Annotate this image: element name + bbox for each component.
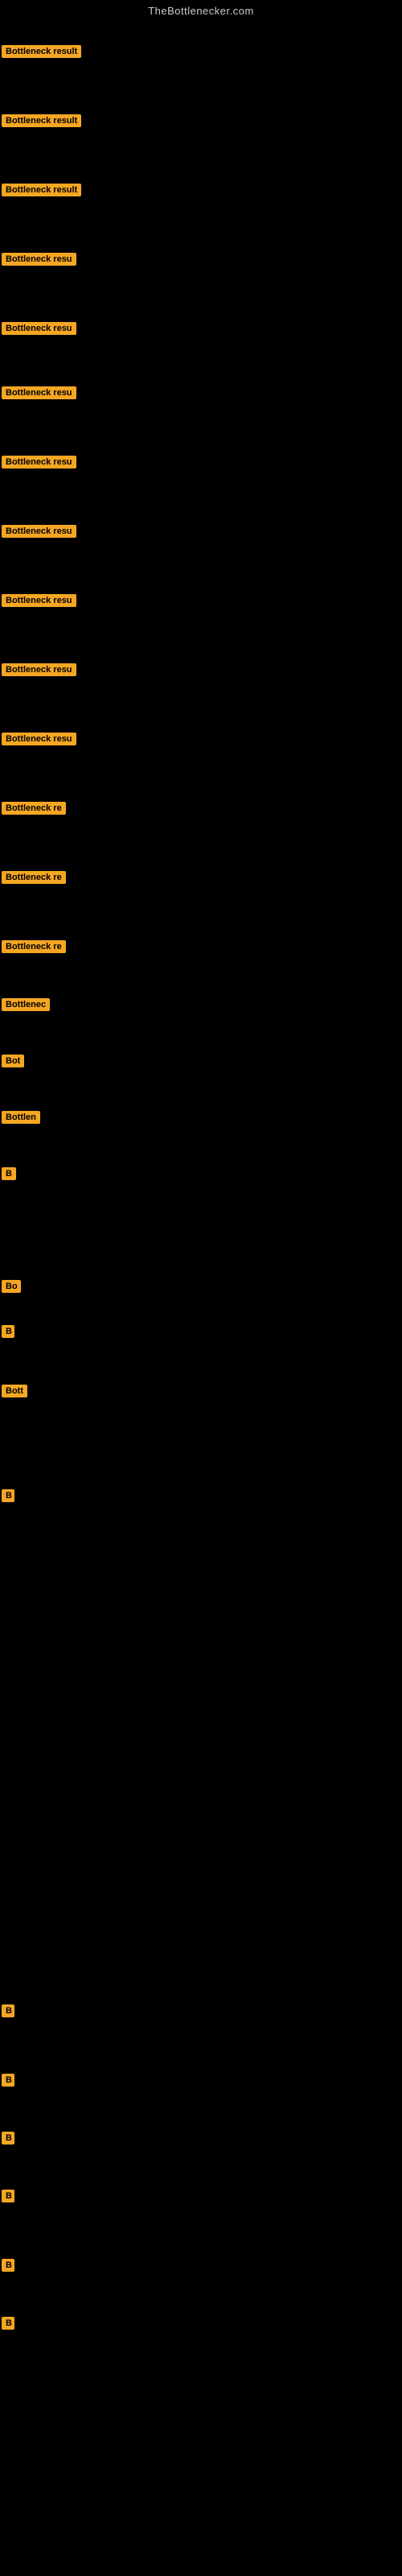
bottleneck-badge-b13: Bottleneck re (2, 871, 66, 888)
bottleneck-badge-b18: B (2, 1167, 16, 1184)
bottleneck-badge-b21: Bott (2, 1385, 27, 1402)
bottleneck-badge-b24: B (2, 2074, 14, 2091)
bottleneck-badge-b16: Bot (2, 1055, 24, 1071)
bottleneck-badge-b1: Bottleneck result (2, 45, 81, 62)
bottleneck-badge-b14: Bottleneck re (2, 940, 66, 957)
bottleneck-badge-b15: Bottlenec (2, 998, 50, 1015)
bottleneck-badge-b27: B (2, 2259, 14, 2276)
bottleneck-badge-b6: Bottleneck resu (2, 386, 76, 403)
site-title: TheBottlenecker.com (0, 0, 402, 20)
bottleneck-badge-b17: Bottlen (2, 1111, 40, 1128)
bottleneck-badge-b12: Bottleneck re (2, 802, 66, 819)
bottleneck-badge-b25: B (2, 2132, 14, 2149)
bottleneck-badge-b23: B (2, 2004, 14, 2021)
bottleneck-badge-b11: Bottleneck resu (2, 733, 76, 749)
bottleneck-badge-b19: Bo (2, 1280, 21, 1297)
bottleneck-badge-b20: B (2, 1325, 14, 1342)
bottleneck-badge-b3: Bottleneck result (2, 184, 81, 200)
bottleneck-badge-b9: Bottleneck resu (2, 594, 76, 611)
bottleneck-badge-b10: Bottleneck resu (2, 663, 76, 680)
bottleneck-badge-b22: B (2, 1489, 14, 1506)
bottleneck-badge-b4: Bottleneck resu (2, 253, 76, 270)
bottleneck-badge-b8: Bottleneck resu (2, 525, 76, 542)
bottleneck-badge-b5: Bottleneck resu (2, 322, 76, 339)
bottleneck-badge-b7: Bottleneck resu (2, 456, 76, 473)
bottleneck-badge-b28: B (2, 2317, 14, 2334)
bottleneck-badge-b26: B (2, 2190, 14, 2207)
bottleneck-badge-b2: Bottleneck result (2, 114, 81, 131)
